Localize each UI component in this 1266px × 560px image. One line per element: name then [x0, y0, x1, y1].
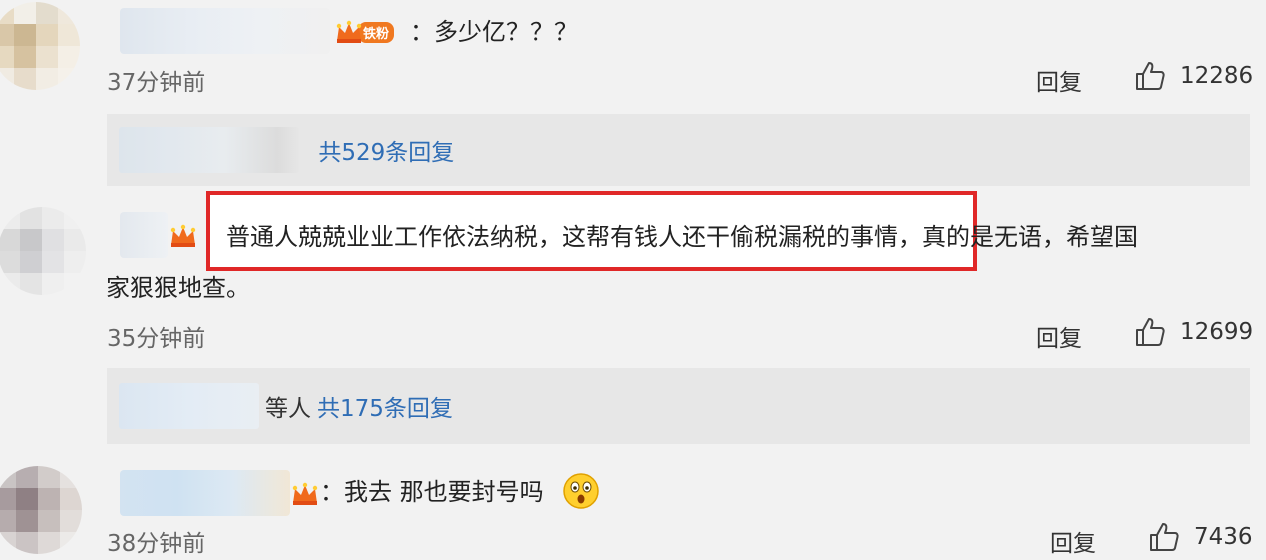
- fan-badge: 铁粉: [334, 18, 395, 46]
- like-button[interactable]: 12699: [1134, 316, 1253, 348]
- like-count: 12699: [1180, 319, 1254, 345]
- thumbs-up-icon: [1136, 62, 1165, 90]
- crown-icon: [334, 19, 364, 45]
- comment-time: 35分钟前: [107, 326, 206, 352]
- comment-time: 38分钟前: [107, 531, 206, 557]
- avatar[interactable]: [0, 2, 80, 90]
- thumbs-up-icon: [1136, 318, 1165, 346]
- like-count: 7436: [1194, 524, 1253, 550]
- reply-users-blurred: [119, 383, 259, 429]
- comment-text-continued: 家狠狠地查。: [106, 274, 250, 302]
- comment-text: ：我去 那也要封号吗: [320, 478, 544, 506]
- username-blurred[interactable]: [120, 8, 330, 54]
- view-replies-link[interactable]: 共175条回复: [317, 389, 453, 423]
- username-blurred[interactable]: [120, 470, 290, 516]
- reply-button[interactable]: 回复: [1036, 63, 1082, 97]
- like-button[interactable]: 12286: [1134, 60, 1253, 92]
- avatar[interactable]: [0, 466, 82, 554]
- view-replies-link[interactable]: 共529条回复: [318, 133, 454, 167]
- reply-users-blurred: [119, 127, 299, 173]
- comment-text: 普通人兢兢业业工作依法纳税，这帮有钱人还干偷税漏税的事情，真的是无语，希望国: [226, 223, 1138, 251]
- fan-badge: [168, 222, 198, 250]
- replies-preview[interactable]: 等人 共175条回复: [107, 368, 1250, 444]
- surprised-emoji-icon: [562, 472, 600, 514]
- crown-icon: [290, 481, 320, 507]
- like-button[interactable]: 7436: [1148, 521, 1253, 553]
- reply-users-suffix: [305, 137, 312, 163]
- reply-button[interactable]: 回复: [1036, 319, 1082, 353]
- comment-time: 37分钟前: [107, 70, 206, 96]
- thumbs-up-icon: [1150, 523, 1179, 551]
- reply-button[interactable]: 回复: [1050, 524, 1096, 558]
- reply-users-suffix: 等人: [265, 396, 311, 422]
- comment-text: ：多少亿？？？: [410, 18, 578, 46]
- username-blurred[interactable]: [120, 212, 168, 258]
- avatar[interactable]: [0, 207, 86, 295]
- replies-preview[interactable]: 共529条回复: [107, 114, 1250, 186]
- crown-icon: [168, 223, 198, 249]
- like-count: 12286: [1180, 63, 1254, 89]
- fan-badge: [290, 480, 320, 508]
